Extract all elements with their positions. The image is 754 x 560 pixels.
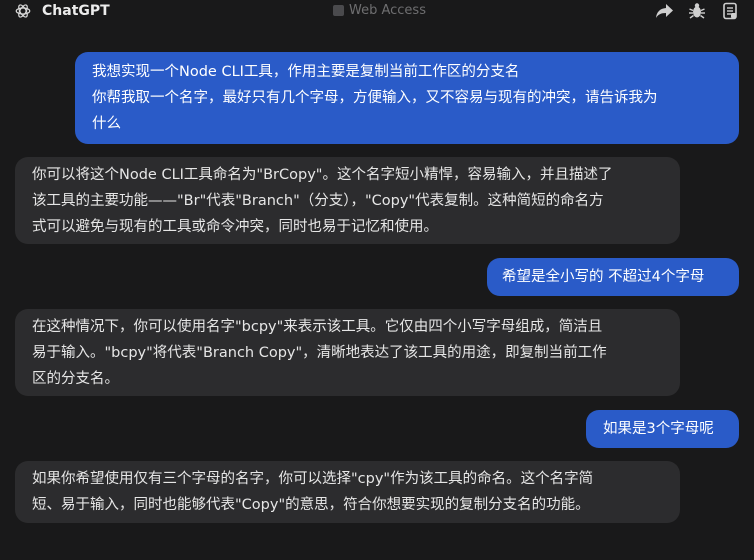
message-text: 如果你希望使用仅有三个字母的名字，你可以选择"cpy"作为该工具的命名。这个名字… — [32, 471, 594, 513]
user-message: 希望是全小写的 不超过4个字母 — [487, 258, 739, 296]
assistant-message: 如果你希望使用仅有三个字母的名字，你可以选择"cpy"作为该工具的命名。这个名字… — [15, 461, 680, 523]
assistant-message: 在这种情况下，你可以使用名字"bcpy"来表示该工具。它仅由四个小写字母组成，简… — [15, 309, 680, 396]
bug-icon[interactable] — [687, 1, 707, 21]
user-message: 我想实现一个Node CLI工具，作用主要是复制当前工作区的分支名 你帮我取一个… — [75, 52, 739, 144]
web-access-toggle[interactable]: Web Access — [333, 3, 426, 18]
message-text: 在这种情况下，你可以使用名字"bcpy"来表示该工具。它仅由四个小写字母组成，简… — [32, 319, 607, 387]
web-access-label: Web Access — [349, 3, 426, 18]
top-bar: ChatGPT Web Access — [0, 0, 754, 24]
share-icon[interactable] — [655, 1, 675, 21]
user-message: 如果是3个字母呢 — [586, 410, 739, 448]
message-paragraph: 我想实现一个Node CLI工具，作用主要是复制当前工作区的分支名 — [92, 64, 520, 80]
message-paragraph: 你帮我取一个名字，最好只有几个字母，方便输入，又不容易与现有的冲突，请告诉我为 … — [92, 90, 658, 132]
chatgpt-logo-icon — [14, 2, 32, 20]
message-text: 你可以将这个Node CLI工具命名为"BrCopy"。这个名字短小精悍，容易输… — [32, 167, 613, 235]
assistant-message: 你可以将这个Node CLI工具命名为"BrCopy"。这个名字短小精悍，容易输… — [15, 157, 680, 244]
checkbox-icon[interactable] — [333, 5, 344, 16]
message-text: 希望是全小写的 不超过4个字母 — [502, 269, 705, 285]
notes-icon[interactable] — [720, 1, 740, 21]
app-title: ChatGPT — [42, 3, 110, 19]
message-text: 如果是3个字母呢 — [603, 421, 714, 437]
